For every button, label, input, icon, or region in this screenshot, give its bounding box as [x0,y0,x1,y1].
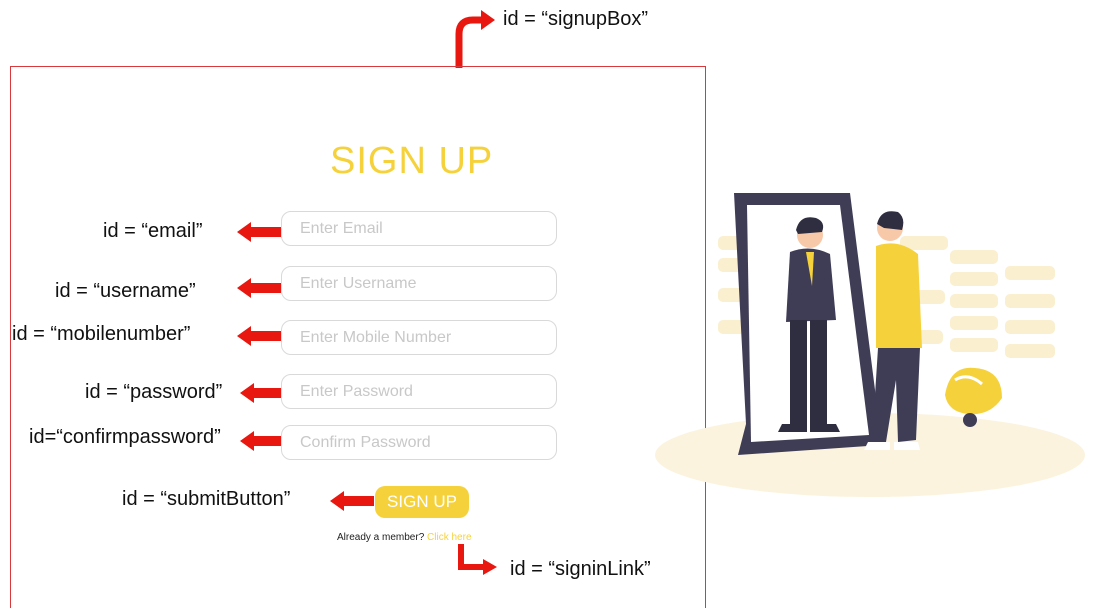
annotation-signupbox: id = “signupBox” [503,8,649,30]
confirm-password-field[interactable] [281,425,557,460]
arrow-left-icon [237,222,281,242]
bent-arrow-icon [458,544,497,575]
arrow-left-icon [240,431,284,451]
curved-arrow-icon [455,10,495,68]
annotation-mobilenumber: id = “mobilenumber” [12,323,191,345]
password-field[interactable] [281,374,557,409]
arrow-left-icon [237,326,281,346]
member-text: Already a member? [337,532,425,543]
mirror-illustration [655,193,1085,497]
member-prompt: Already a member? Click here [337,532,472,543]
email-field[interactable] [281,211,557,246]
signin-link[interactable]: Click here [427,532,471,543]
arrow-left-icon [330,491,374,511]
page-title: SIGN UP [330,140,494,182]
submit-button[interactable]: SIGN UP [375,486,469,518]
annotation-confirmpassword: id=“confirmpassword” [29,426,221,448]
page-root: id = “signupBox” SIGN UP id = “email” id… [0,0,1096,608]
mobile-number-field[interactable] [281,320,557,355]
annotation-submit-button: id = “submitButton” [122,488,291,510]
annotation-email: id = “email” [103,220,203,242]
arrow-left-icon [240,383,284,403]
annotation-signin-link: id = “signinLink” [510,558,651,580]
username-field[interactable] [281,266,557,301]
annotation-username: id = “username” [55,280,196,302]
arrow-left-icon [237,278,281,298]
annotation-password: id = “password” [85,381,223,403]
